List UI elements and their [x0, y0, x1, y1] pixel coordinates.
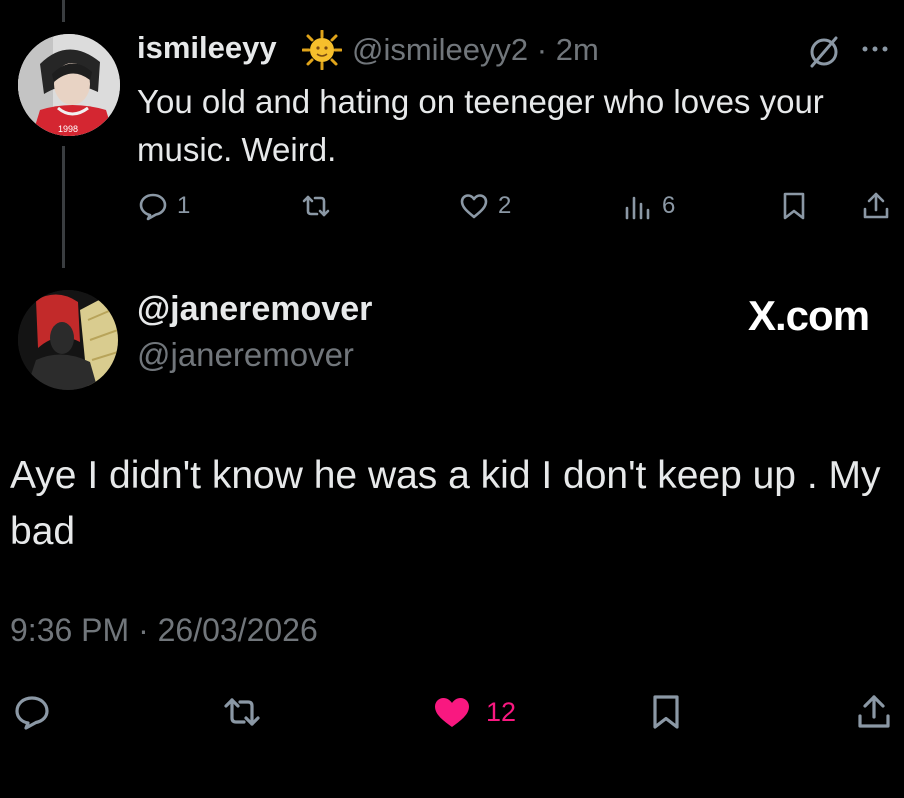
bookmark-button[interactable]: [646, 692, 686, 732]
retweet-icon: [224, 698, 260, 726]
reply-button[interactable]: 1: [137, 190, 190, 222]
like-count: 12: [486, 696, 517, 727]
reply-count: 1: [177, 192, 191, 219]
like-count: 2: [498, 192, 512, 219]
views-count: 6: [662, 192, 676, 219]
handle[interactable]: @janeremover: [137, 336, 354, 374]
retweet-button[interactable]: [300, 190, 332, 222]
bookmark-button[interactable]: [778, 190, 810, 222]
timestamp[interactable]: 9:36 PM · 26/03/2026: [10, 612, 318, 649]
more-icon[interactable]: [860, 42, 890, 54]
views-button[interactable]: 6: [622, 190, 675, 222]
views-icon: [625, 196, 650, 220]
share-icon: [858, 695, 890, 728]
like-icon: [435, 698, 469, 727]
handle-and-time[interactable]: @ismileeyy2 · 2m: [352, 32, 599, 68]
like-button[interactable]: 12: [432, 692, 516, 732]
display-name[interactable]: @janeremover: [137, 290, 372, 329]
thread-line-top: [62, 0, 65, 22]
slash-circle-icon[interactable]: [804, 32, 844, 72]
reply-icon: [15, 696, 49, 730]
avatar[interactable]: 1998: [18, 34, 120, 136]
thread-line: [62, 146, 65, 268]
like-button[interactable]: 2: [458, 190, 511, 222]
reply-button[interactable]: [12, 692, 52, 732]
share-button[interactable]: [860, 190, 892, 222]
like-icon: [460, 194, 488, 219]
bookmark-icon: [653, 695, 679, 729]
tweet-text: You old and hating on teeneger who loves…: [137, 83, 824, 168]
display-name[interactable]: ismileeyy: [137, 30, 277, 66]
share-icon: [863, 192, 889, 219]
avatar[interactable]: [18, 290, 118, 390]
retweet-button[interactable]: [222, 692, 262, 732]
tweet-text: Aye I didn't know he was a kid I don't k…: [10, 454, 881, 553]
x-logo-watermark: X.com: [748, 292, 870, 339]
retweet-icon: [302, 195, 330, 217]
sun-face-icon: [301, 29, 343, 71]
share-button[interactable]: [854, 692, 894, 732]
bookmark-icon: [783, 192, 805, 220]
svg-text:1998: 1998: [58, 124, 78, 134]
reply-icon: [139, 193, 167, 221]
